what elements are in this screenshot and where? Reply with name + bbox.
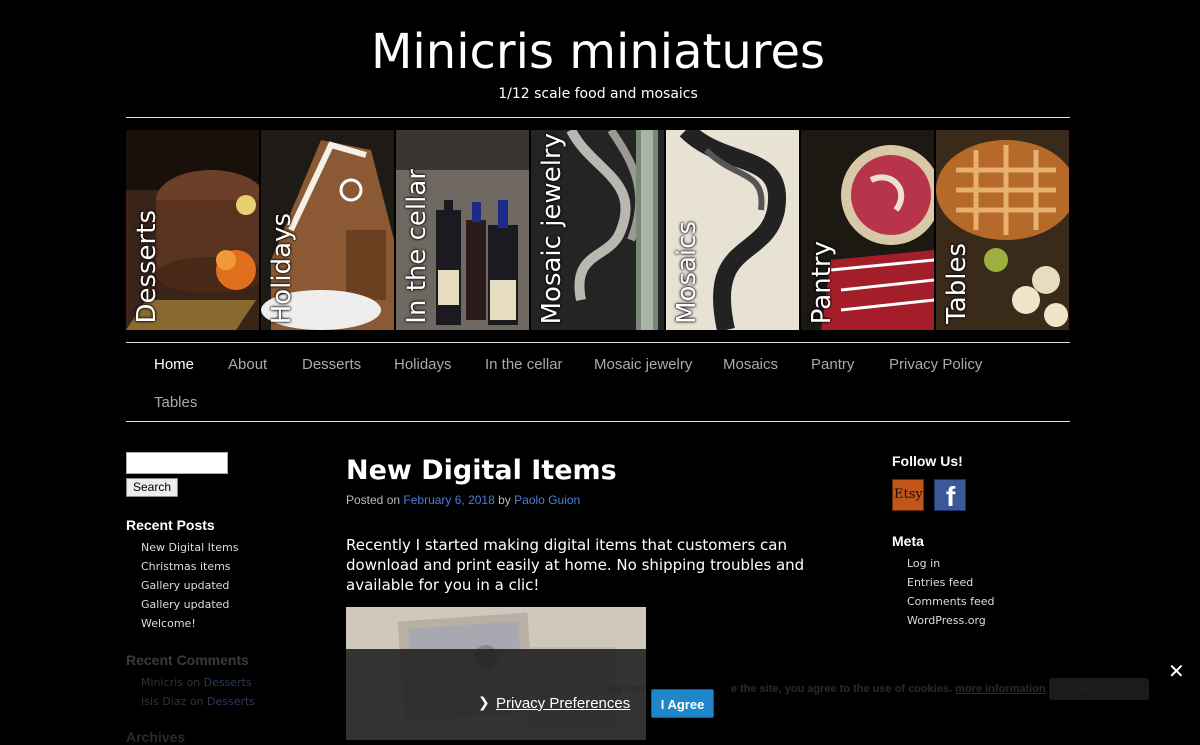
banner-label: Mosaics — [672, 221, 702, 324]
nav-privacy-policy[interactable]: Privacy Policy — [889, 356, 982, 373]
cookie-banner: By con e the site, you agree to the use … — [346, 649, 1200, 740]
meta-list: Log in Entries feed Comments feed WordPr… — [907, 554, 995, 630]
list-item: Gallery updated — [141, 595, 238, 614]
meta-link-login[interactable]: Log in — [907, 557, 940, 570]
main-navigation: Home About Desserts Holidays In the cell… — [126, 344, 1072, 422]
recent-post-link[interactable]: Gallery updated — [141, 579, 229, 592]
banner-label: Tables — [942, 243, 972, 324]
search-input[interactable] — [126, 452, 228, 474]
banner-label: Mosaic jewelry — [537, 132, 567, 324]
banner-label: Pantry — [807, 240, 837, 324]
post-author-link[interactable]: Paolo Guion — [514, 493, 580, 507]
nav-about[interactable]: About — [228, 356, 267, 373]
by-text: by — [498, 493, 511, 507]
post-date-link[interactable]: February 6, 2018 — [403, 493, 494, 507]
nav-desserts[interactable]: Desserts — [302, 356, 361, 373]
post-body: Recently I started making digital items … — [346, 536, 805, 594]
list-item: Isis Diaz on Desserts — [141, 692, 255, 711]
meta-title: Meta — [892, 533, 924, 549]
recent-post-link[interactable]: Welcome! — [141, 617, 196, 630]
privacy-preferences-link[interactable]: Privacy Preferences — [496, 695, 630, 712]
list-item: Gallery updated — [141, 576, 238, 595]
post-title[interactable]: New Digital Items — [346, 455, 617, 486]
comment-author-link[interactable]: Minicris — [141, 676, 183, 689]
banner-panel-mosaics[interactable]: Mosaics — [666, 130, 799, 330]
nav-tables[interactable]: Tables — [154, 394, 197, 411]
list-item: Minicris on Desserts — [141, 673, 255, 692]
posted-on-text: Posted on — [346, 493, 401, 507]
recent-comments-title: Recent Comments — [126, 652, 249, 668]
nav-pantry[interactable]: Pantry — [811, 356, 854, 373]
banner-panel-tables[interactable]: Tables — [936, 130, 1069, 330]
comment-on-text: on — [186, 676, 201, 689]
recent-posts-title: Recent Posts — [126, 517, 215, 533]
list-item: Christmas items — [141, 557, 238, 576]
cookie-more-info-link[interactable]: more information — [955, 683, 1045, 695]
nav-mosaics[interactable]: Mosaics — [723, 356, 778, 373]
list-item: Comments feed — [907, 592, 995, 611]
category-banner: Desserts Holidays In the cellar Mosaic j… — [126, 130, 1069, 330]
close-icon[interactable]: ✕ — [1168, 659, 1185, 683]
comment-on-text: on — [189, 695, 204, 708]
recent-posts-list: New Digital Items Christmas items Galler… — [141, 538, 238, 633]
meta-link-wordpress[interactable]: WordPress.org — [907, 614, 986, 627]
list-item: Entries feed — [907, 573, 995, 592]
list-item: WordPress.org — [907, 611, 995, 630]
recent-post-link[interactable]: Christmas items — [141, 560, 231, 573]
nav-holidays[interactable]: Holidays — [394, 356, 452, 373]
nav-in-the-cellar[interactable]: In the cellar — [485, 356, 563, 373]
banner-label: Holidays — [267, 212, 297, 324]
post-meta: Posted on February 6, 2018 by Paolo Guio… — [346, 493, 580, 507]
list-item: Log in — [907, 554, 995, 573]
chevron-right-icon: ❯ — [478, 695, 490, 711]
banner-panel-mosaic-jewelry[interactable]: Mosaic jewelry — [531, 130, 664, 330]
cookie-accept-button[interactable]: Accept — [1049, 678, 1149, 700]
recent-comments-list: Minicris on Desserts Isis Diaz on Desser… — [141, 673, 255, 711]
nav-bottom-divider — [126, 421, 1070, 422]
comment-post-link[interactable]: Desserts — [207, 695, 255, 708]
etsy-button[interactable]: Etsy — [892, 479, 924, 511]
meta-link-comments-feed[interactable]: Comments feed — [907, 595, 995, 608]
banner-label: Desserts — [132, 210, 162, 324]
archives-title: Archives — [126, 729, 186, 745]
banner-panel-cellar[interactable]: In the cellar — [396, 130, 529, 330]
nav-top-divider — [126, 342, 1070, 343]
site-description: 1/12 scale food and mosaics — [498, 86, 698, 102]
list-item: New Digital Items — [141, 538, 238, 557]
list-item: Welcome! — [141, 614, 238, 633]
agree-button[interactable]: I Agree — [651, 689, 714, 718]
nav-mosaic-jewelry[interactable]: Mosaic jewelry — [594, 356, 692, 373]
comment-post-link[interactable]: Desserts — [204, 676, 252, 689]
follow-us-title: Follow Us! — [892, 453, 963, 469]
banner-label: In the cellar — [402, 169, 432, 324]
header-divider — [126, 117, 1070, 118]
recent-post-link[interactable]: New Digital Items — [141, 541, 238, 554]
comment-author-link[interactable]: Isis Diaz — [141, 695, 186, 708]
banner-panel-pantry[interactable]: Pantry — [801, 130, 934, 330]
nav-home[interactable]: Home — [154, 356, 194, 373]
banner-panel-holidays[interactable]: Holidays — [261, 130, 394, 330]
site-title[interactable]: Minicris miniatures — [126, 22, 1070, 82]
meta-link-entries-feed[interactable]: Entries feed — [907, 576, 973, 589]
recent-post-link[interactable]: Gallery updated — [141, 598, 229, 611]
facebook-icon: f — [946, 481, 956, 512]
cookie-text-start: By con — [608, 683, 645, 695]
cookie-text-end: e the site, you agree to the use of cook… — [730, 683, 953, 695]
etsy-icon: Etsy — [894, 487, 923, 502]
banner-panel-desserts[interactable]: Desserts — [126, 130, 259, 330]
search-button[interactable]: Search — [126, 478, 178, 497]
facebook-button[interactable]: f — [934, 479, 966, 512]
